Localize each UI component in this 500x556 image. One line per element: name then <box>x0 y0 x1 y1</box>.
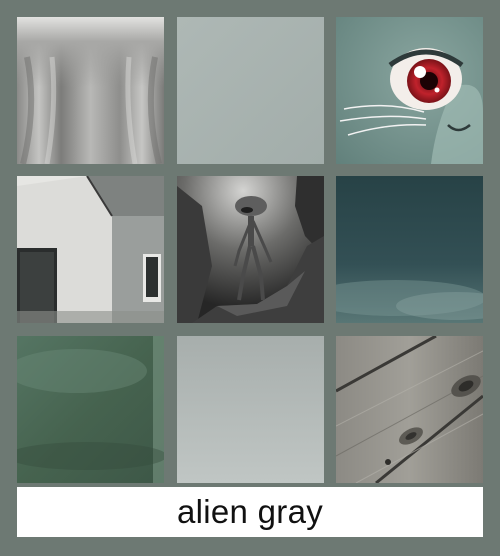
palette-board: alien gray <box>0 0 500 556</box>
cottage-image <box>17 176 164 323</box>
weathered-wood-image <box>336 336 483 483</box>
cat-eye-image <box>336 17 483 164</box>
glossy-green-image <box>17 336 164 483</box>
swatch-glossy-green <box>17 336 164 483</box>
swatch-cat-eye <box>336 17 483 164</box>
swatch-draped-fabric <box>17 17 164 164</box>
alien-image <box>177 176 324 323</box>
swatch-weathered-wood <box>336 336 483 483</box>
swatch-soft-gray <box>177 336 324 483</box>
swatch-alien <box>177 176 324 323</box>
soft-gray-fill <box>177 336 324 483</box>
palette-caption: alien gray <box>17 487 483 537</box>
teal-sky-image <box>336 176 483 323</box>
pale-gray-fill <box>177 17 324 164</box>
swatch-teal-sky <box>336 176 483 323</box>
palette-name: alien gray <box>176 493 324 530</box>
draped-fabric-image <box>17 17 164 164</box>
swatch-pale-gray <box>177 17 324 164</box>
swatch-cottage <box>17 176 164 323</box>
